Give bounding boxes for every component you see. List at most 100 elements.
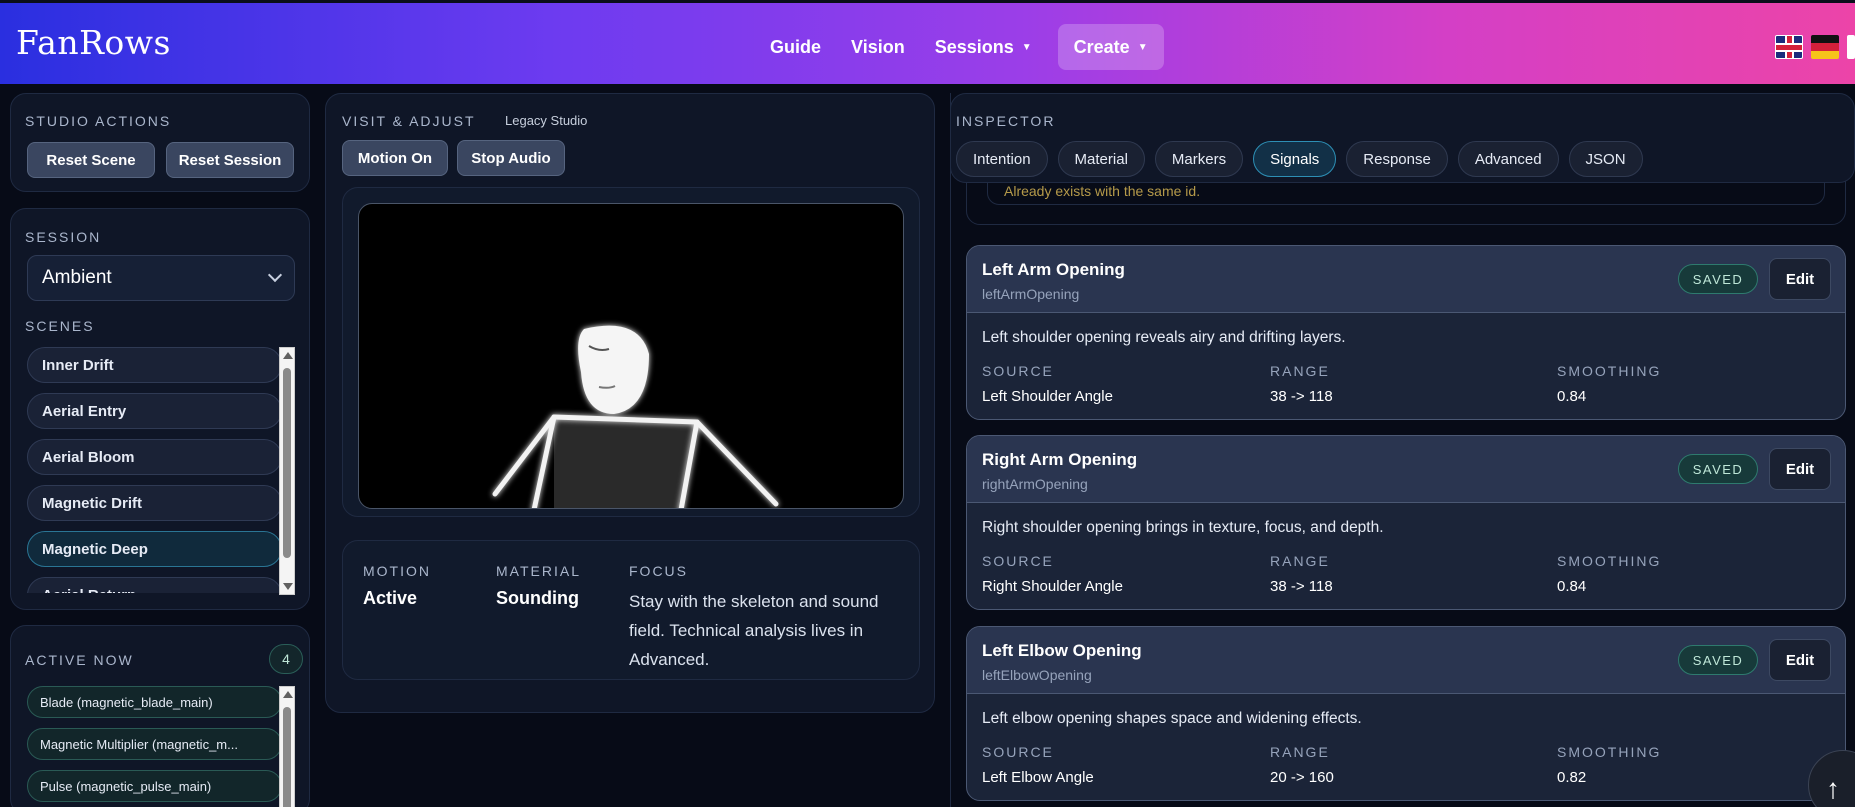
range-value: 20 -> 160 [1270, 769, 1334, 786]
signal-title: Right Arm Opening [982, 450, 1138, 469]
inspector-header: INSPECTOR Intention Material Markers Sig… [950, 93, 1855, 183]
active-item[interactable]: Blade (magnetic_blade_main) [27, 686, 282, 718]
motion-label: MOTION [363, 563, 431, 579]
nav-sessions[interactable]: Sessions ▼ [935, 37, 1032, 58]
nav-create[interactable]: Create ▼ [1057, 24, 1164, 70]
source-value: Left Shoulder Angle [982, 388, 1113, 405]
focus-label: FOCUS [629, 563, 688, 579]
inspector-title: INSPECTOR [956, 113, 1056, 129]
tab-advanced[interactable]: Advanced [1457, 141, 1559, 177]
main-nav: Guide Vision Sessions ▼ Create ▼ [770, 24, 1164, 70]
smoothing-value: 0.84 [1557, 388, 1587, 405]
smoothing-value: 0.84 [1557, 578, 1587, 595]
chevron-down-icon [267, 267, 283, 283]
session-select[interactable]: Ambient [27, 255, 295, 301]
nav-create-label: Create [1073, 36, 1130, 57]
reset-session-button[interactable]: Reset Session [166, 142, 294, 178]
scroll-up-icon[interactable] [283, 691, 293, 698]
signal-description: Left shoulder opening reveals airy and d… [982, 329, 1346, 346]
tab-json[interactable]: JSON [1568, 141, 1643, 177]
motion-toggle-button[interactable]: Motion On [342, 140, 448, 176]
tab-material[interactable]: Material [1057, 141, 1145, 177]
smoothing-label: SMOOTHING [1557, 363, 1662, 379]
stage-container [342, 187, 920, 517]
caret-down-icon: ▼ [1021, 41, 1032, 53]
signal-key: rightArmOpening [982, 476, 1088, 492]
smoothing-label: SMOOTHING [1557, 553, 1662, 569]
tab-response[interactable]: Response [1346, 141, 1448, 177]
edit-button[interactable]: Edit [1769, 258, 1831, 300]
active-now-title: ACTIVE NOW [25, 652, 134, 668]
scene-item[interactable]: Aerial Bloom [27, 439, 282, 475]
edit-button[interactable]: Edit [1769, 448, 1831, 490]
nav-guide[interactable]: Guide [770, 37, 821, 58]
scene-item[interactable]: Magnetic Drift [27, 485, 282, 521]
studio-actions-title: STUDIO ACTIONS [25, 113, 172, 129]
range-label: RANGE [1270, 363, 1330, 379]
brand-logo[interactable]: FanRows [16, 23, 171, 62]
edit-button[interactable]: Edit [1769, 639, 1831, 681]
scrollbar-thumb[interactable] [283, 368, 291, 558]
source-label: SOURCE [982, 553, 1054, 569]
skeleton-figure [492, 325, 779, 508]
scene-list-scrollbar[interactable] [279, 347, 295, 595]
active-list-scrollbar[interactable] [279, 686, 295, 807]
active-count-badge: 4 [269, 644, 303, 674]
range-value: 38 -> 118 [1270, 578, 1333, 595]
inspector-tabs: Intention Material Markers Signals Respo… [956, 141, 1653, 177]
tab-signals[interactable]: Signals [1253, 141, 1337, 177]
duplicate-id-note: Already exists with the same id. [1004, 183, 1201, 199]
tab-intention[interactable]: Intention [956, 141, 1048, 177]
scrollbar-thumb[interactable] [283, 707, 291, 807]
active-item[interactable]: Pulse (magnetic_pulse_main) [27, 770, 282, 802]
scene-item[interactable]: Aerial Return [27, 577, 282, 593]
scene-item[interactable]: Inner Drift [27, 347, 282, 383]
source-label: SOURCE [982, 744, 1054, 760]
visit-adjust-panel: VISIT & ADJUST Legacy Studio Motion On S… [325, 93, 935, 713]
range-value: 38 -> 118 [1270, 388, 1333, 405]
head-shape [578, 325, 649, 414]
caret-down-icon: ▼ [1137, 41, 1148, 53]
signal-card: Left Arm Opening leftArmOpening SAVED Ed… [966, 245, 1846, 420]
torso-shape [554, 417, 697, 508]
signal-title: Left Elbow Opening [982, 641, 1142, 660]
scene-item[interactable]: Aerial Entry [27, 393, 282, 429]
source-value: Right Shoulder Angle [982, 578, 1123, 595]
uk-flag-icon[interactable] [1775, 35, 1803, 59]
range-label: RANGE [1270, 744, 1330, 760]
skeleton-stage[interactable] [358, 203, 904, 509]
active-item[interactable]: Magnetic Multiplier (magnetic_m... [27, 728, 282, 760]
active-list: Blade (magnetic_blade_main) Magnetic Mul… [27, 686, 282, 807]
scene-item-active[interactable]: Magnetic Deep [27, 531, 282, 567]
visit-adjust-title: VISIT & ADJUST [342, 113, 476, 129]
scene-list: Inner Drift Aerial Entry Aerial Bloom Ma… [27, 347, 282, 593]
saved-badge: SAVED [1678, 645, 1758, 675]
material-value: Sounding [496, 588, 579, 608]
smoothing-label: SMOOTHING [1557, 744, 1662, 760]
scroll-down-icon[interactable] [283, 583, 293, 590]
tab-markers[interactable]: Markers [1154, 141, 1244, 177]
source-label: SOURCE [982, 363, 1054, 379]
saved-badge: SAVED [1678, 454, 1758, 484]
signal-card: Left Elbow Opening leftElbowOpening SAVE… [966, 626, 1846, 801]
signal-description: Right shoulder opening brings in texture… [982, 519, 1384, 536]
smoothing-value: 0.82 [1557, 769, 1587, 786]
stop-audio-button[interactable]: Stop Audio [457, 140, 565, 176]
stage-stats: MOTION Active MATERIAL Sounding FOCUS St… [342, 540, 920, 680]
flag-icon[interactable] [1847, 35, 1855, 59]
right-arm-line [694, 419, 779, 507]
nav-vision[interactable]: Vision [851, 37, 905, 58]
range-label: RANGE [1270, 553, 1330, 569]
active-now-panel: ACTIVE NOW 4 Blade (magnetic_blade_main)… [10, 625, 310, 807]
scroll-up-icon[interactable] [283, 352, 293, 359]
visit-adjust-subtitle: Legacy Studio [505, 113, 588, 128]
signal-title: Left Arm Opening [982, 260, 1125, 279]
arrow-up-icon: ↑ [1826, 773, 1840, 804]
motion-value: Active [363, 588, 418, 608]
signal-card: Right Arm Opening rightArmOpening SAVED … [966, 435, 1846, 610]
signal-key: leftElbowOpening [982, 667, 1092, 683]
reset-scene-button[interactable]: Reset Scene [27, 142, 155, 178]
signal-key: leftArmOpening [982, 286, 1080, 302]
nav-sessions-label: Sessions [934, 36, 1014, 57]
german-flag-icon[interactable] [1811, 35, 1839, 59]
